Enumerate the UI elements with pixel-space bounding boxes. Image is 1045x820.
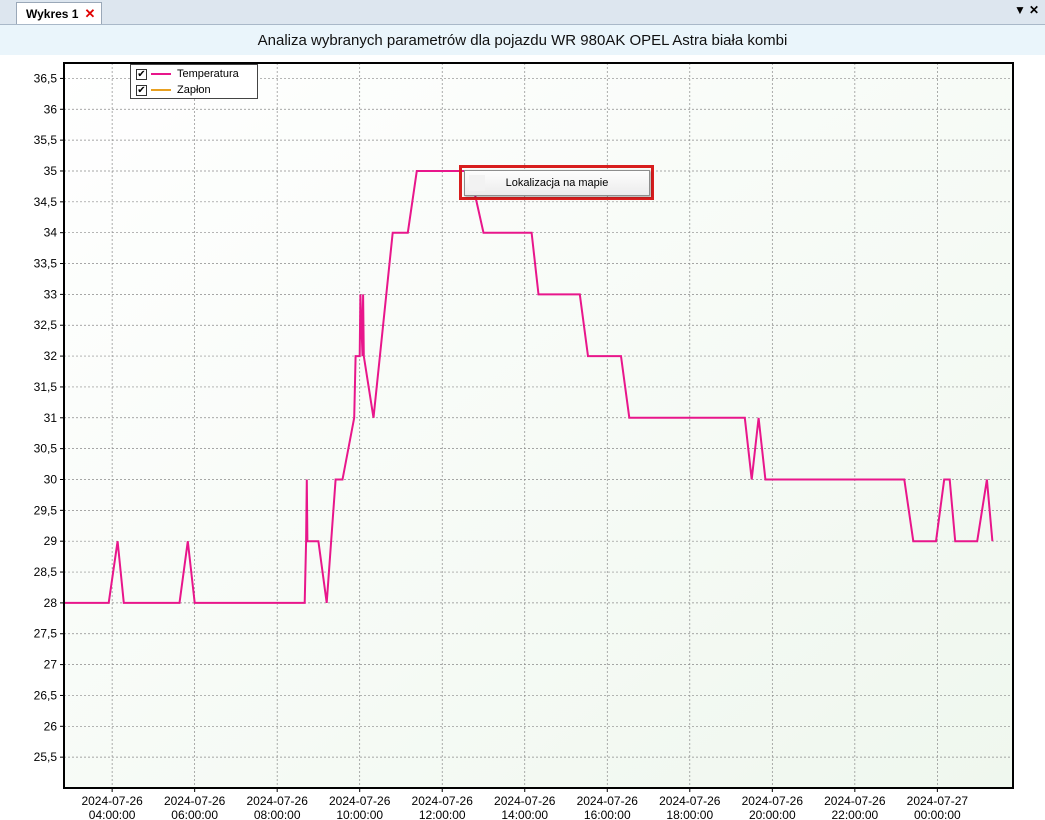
y-tick-label: 36,5 bbox=[34, 71, 58, 85]
y-tick-label: 32,5 bbox=[34, 318, 58, 332]
y-tick-label: 35,5 bbox=[34, 133, 58, 147]
x-tick-date-label: 2024-07-26 bbox=[742, 794, 804, 808]
x-tick-date-label: 2024-07-26 bbox=[412, 794, 474, 808]
window-close-icon[interactable]: ✕ bbox=[1029, 3, 1039, 17]
legend-checkbox-zaplon[interactable]: ✔ bbox=[136, 84, 147, 96]
x-tick-time-label: 22:00:00 bbox=[831, 808, 878, 820]
y-tick-label: 30 bbox=[44, 472, 58, 486]
chart-title-bar: Analiza wybranych parametrów dla pojazdu… bbox=[0, 25, 1045, 56]
y-tick-label: 35 bbox=[44, 164, 58, 178]
tab-bar: Wykres 1 ✕ ▼ ✕ bbox=[0, 0, 1045, 25]
dropdown-arrow-icon[interactable]: ▼ bbox=[1014, 3, 1026, 17]
x-tick-date-label: 2024-07-26 bbox=[329, 794, 391, 808]
x-tick-date-label: 2024-07-26 bbox=[824, 794, 886, 808]
x-tick-time-label: 16:00:00 bbox=[584, 808, 631, 820]
y-tick-label: 33,5 bbox=[34, 257, 58, 271]
x-tick-date-label: 2024-07-26 bbox=[577, 794, 639, 808]
tab-wykres-1[interactable]: Wykres 1 ✕ bbox=[16, 2, 102, 24]
x-tick-date-label: 2024-07-26 bbox=[494, 794, 556, 808]
y-tick-label: 34 bbox=[44, 226, 58, 240]
y-tick-label: 36 bbox=[44, 102, 58, 116]
context-menu-item-lokalizacja[interactable]: Lokalizacja na mapie bbox=[464, 170, 650, 196]
x-tick-time-label: 08:00:00 bbox=[254, 808, 301, 820]
y-tick-label: 33 bbox=[44, 287, 58, 301]
y-tick-label: 31,5 bbox=[34, 380, 58, 394]
x-tick-time-label: 04:00:00 bbox=[89, 808, 136, 820]
legend-label-zaplon: Zapłon bbox=[177, 84, 211, 96]
x-tick-time-label: 12:00:00 bbox=[419, 808, 466, 820]
y-tick-label: 28 bbox=[44, 596, 58, 610]
x-tick-time-label: 14:00:00 bbox=[501, 808, 548, 820]
tab-close-icon[interactable]: ✕ bbox=[84, 6, 95, 22]
y-tick-label: 30,5 bbox=[34, 442, 58, 456]
chart-legend: ✔ Temperatura ✔ Zapłon bbox=[130, 64, 258, 99]
legend-item-zaplon[interactable]: ✔ Zapłon bbox=[136, 83, 211, 97]
x-tick-date-label: 2024-07-26 bbox=[659, 794, 721, 808]
legend-item-temperatura[interactable]: ✔ Temperatura bbox=[136, 67, 239, 81]
x-tick-time-label: 10:00:00 bbox=[336, 808, 383, 820]
y-tick-label: 28,5 bbox=[34, 565, 58, 579]
legend-label-temperatura: Temperatura bbox=[177, 68, 239, 80]
menu-item-icon bbox=[469, 175, 485, 191]
legend-swatch-temperatura bbox=[151, 73, 171, 75]
y-tick-label: 29 bbox=[44, 534, 58, 548]
y-tick-label: 26 bbox=[44, 719, 58, 733]
tab-label: Wykres 1 bbox=[26, 6, 79, 21]
x-tick-time-label: 20:00:00 bbox=[749, 808, 796, 820]
page-title: Analiza wybranych parametrów dla pojazdu… bbox=[257, 31, 788, 49]
x-tick-time-label: 06:00:00 bbox=[171, 808, 218, 820]
x-tick-date-label: 2024-07-26 bbox=[246, 794, 308, 808]
legend-swatch-zaplon bbox=[151, 89, 171, 91]
y-tick-label: 31 bbox=[44, 411, 58, 425]
y-tick-label: 25,5 bbox=[34, 750, 58, 764]
x-tick-date-label: 2024-07-27 bbox=[907, 794, 969, 808]
x-tick-date-label: 2024-07-26 bbox=[164, 794, 226, 808]
x-tick-date-label: 2024-07-26 bbox=[81, 794, 143, 808]
y-tick-label: 27,5 bbox=[34, 627, 58, 641]
legend-checkbox-temperatura[interactable]: ✔ bbox=[136, 68, 147, 80]
context-menu-label: Lokalizacja na mapie bbox=[505, 177, 609, 189]
y-tick-label: 32 bbox=[44, 349, 58, 363]
x-tick-time-label: 18:00:00 bbox=[666, 808, 713, 820]
y-tick-label: 27 bbox=[44, 658, 58, 672]
y-tick-label: 26,5 bbox=[34, 688, 58, 702]
x-tick-time-label: 00:00:00 bbox=[914, 808, 961, 820]
y-tick-label: 34,5 bbox=[34, 195, 58, 209]
y-tick-label: 29,5 bbox=[34, 503, 58, 517]
